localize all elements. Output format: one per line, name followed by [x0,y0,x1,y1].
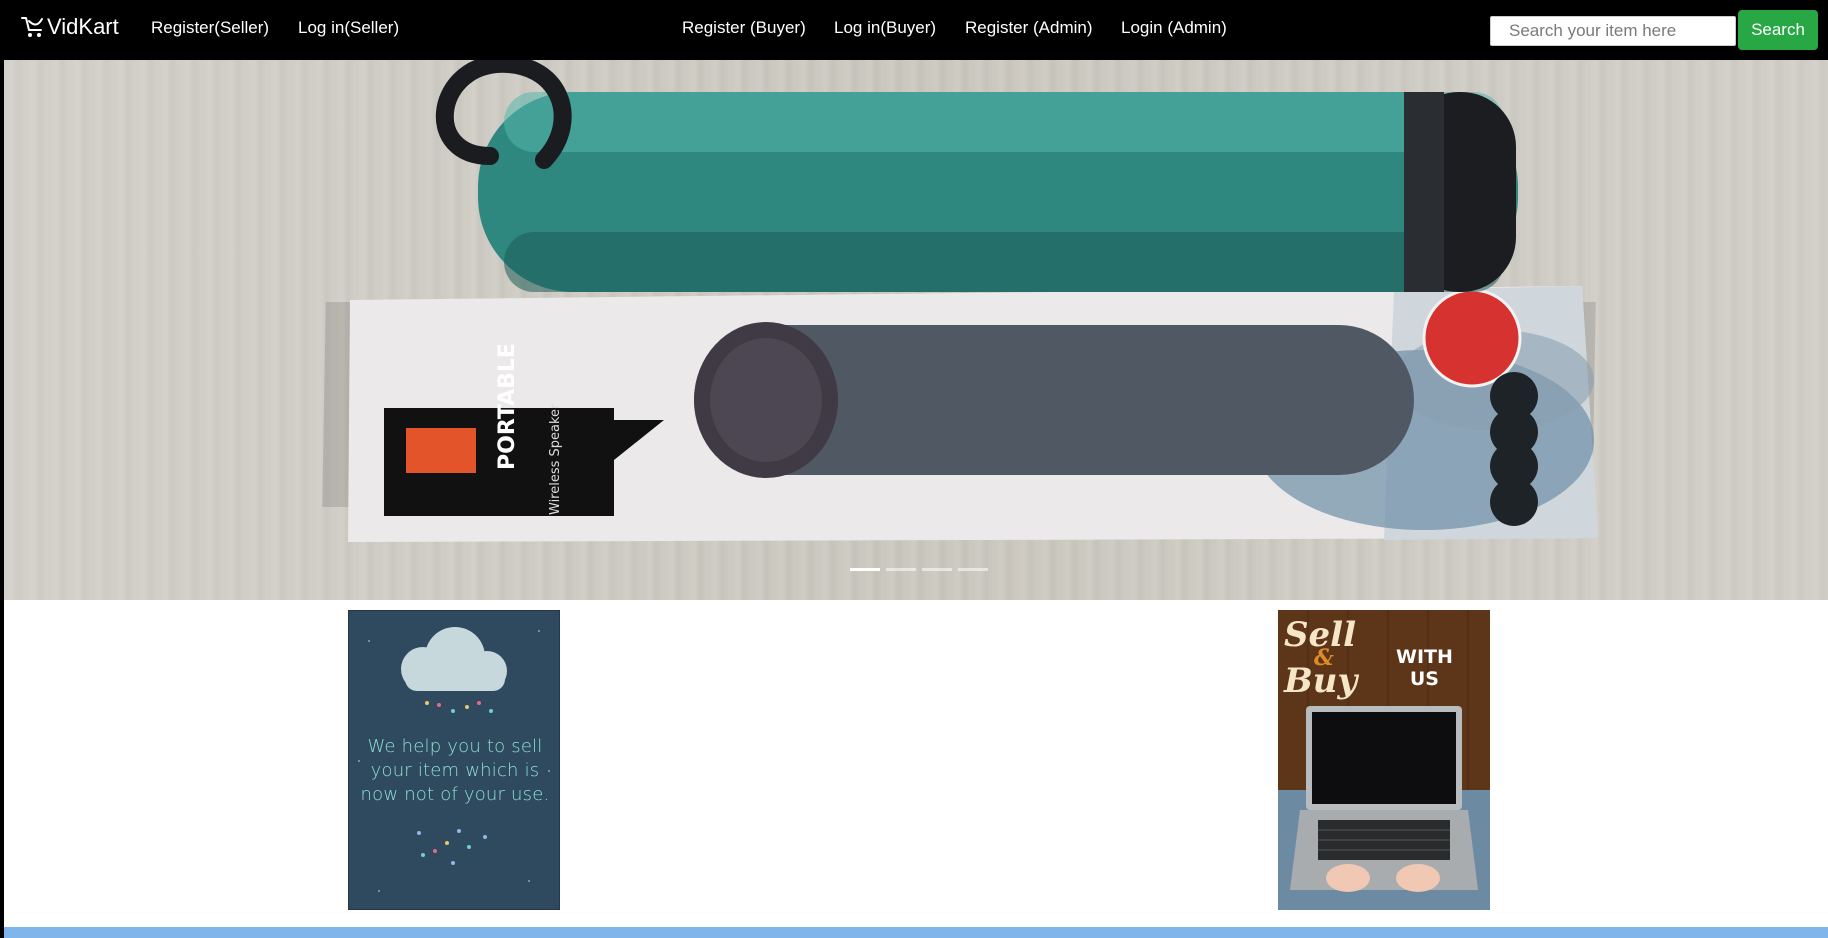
box-label-wireless: Wireless Speaker [548,403,563,515]
promo-with-us: WITH US [1396,646,1453,690]
cart-logo-icon [21,17,43,37]
nav-register-seller[interactable]: Register(Seller) [151,18,269,38]
speaker-product-image: PORTABLE Wireless Speaker [322,60,1598,542]
promo-sell-text: We help you to sell your item which is n… [360,736,550,805]
brand-link[interactable]: VidKart [20,14,119,40]
carousel-indicator-2[interactable] [886,568,916,571]
nav-register-buyer[interactable]: Register (Buyer) [682,18,806,38]
nav-register-admin[interactable]: Register (Admin) [965,18,1093,38]
carousel-indicators [850,568,988,571]
box-label-portable: PORTABLE [495,343,520,470]
promo-card-sell: We help you to sell your item which is n… [348,610,560,910]
promo-sell-buy-title: Sell & Buy [1284,618,1358,701]
promo-us-text: US [1409,668,1439,690]
search-button[interactable]: Search [1738,10,1818,50]
top-navbar: VidKart Register(Seller) Log in(Seller) … [0,0,1828,60]
search-form: Search [1490,10,1818,50]
brand-name: VidKart [47,14,119,39]
nav-login-buyer[interactable]: Log in(Buyer) [834,18,936,38]
promo-with-text: WITH [1396,646,1453,668]
search-input[interactable] [1490,16,1736,46]
promo-card-sell-buy: Sell & Buy WITH US [1278,610,1490,910]
nav-login-admin[interactable]: Login (Admin) [1121,18,1227,38]
footer-band [4,927,1828,938]
promo-title-buy: Buy [1284,661,1358,701]
hero-carousel[interactable]: PORTABLE Wireless Speaker [4,60,1828,600]
carousel-indicator-4[interactable] [958,568,988,571]
carousel-indicator-3[interactable] [922,568,952,571]
carousel-indicator-1[interactable] [850,568,880,571]
nav-login-seller[interactable]: Log in(Seller) [298,18,399,38]
